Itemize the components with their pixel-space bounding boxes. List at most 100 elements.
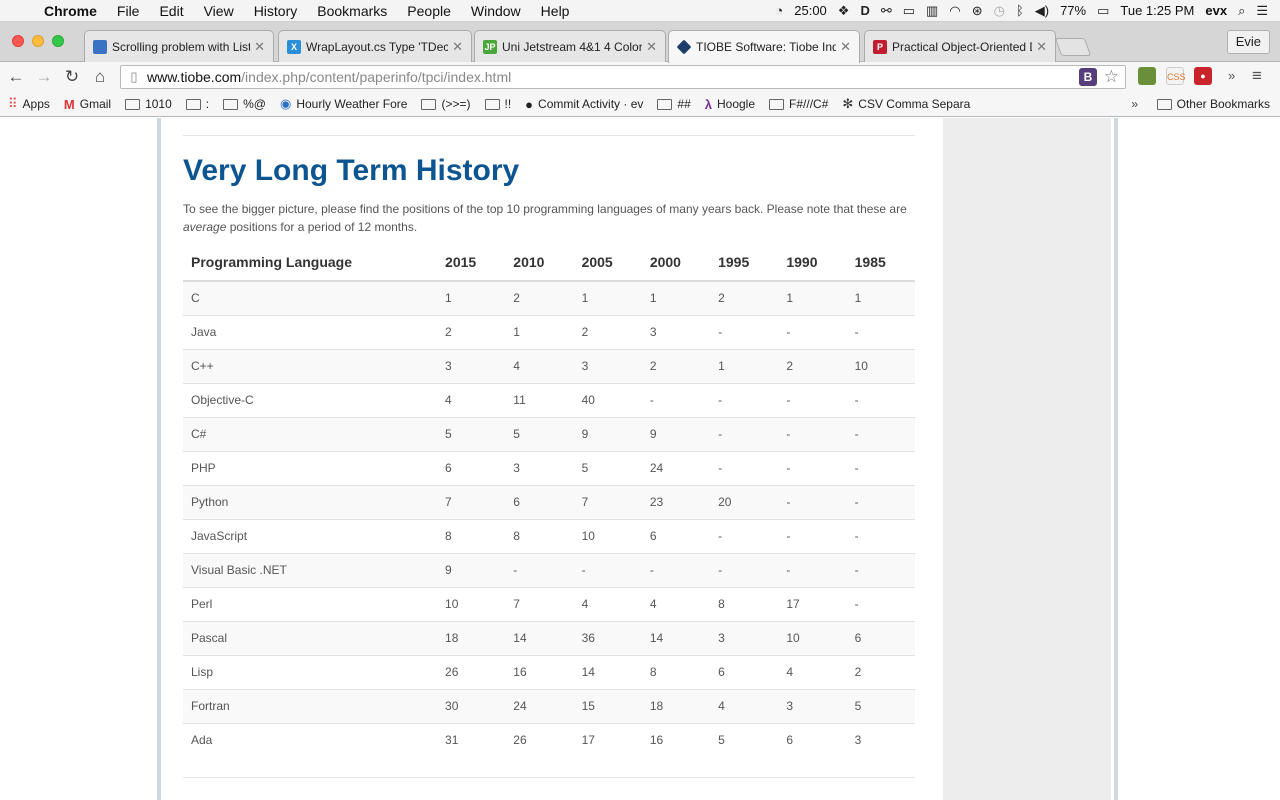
menu-help[interactable]: Help bbox=[531, 3, 580, 19]
volume-icon[interactable]: ◀) bbox=[1035, 3, 1049, 19]
column-header-1995: 1995 bbox=[710, 244, 779, 282]
table-row: Pascal 18 14 36 14 3 10 6 bbox=[183, 620, 915, 655]
menu-edit[interactable]: Edit bbox=[149, 3, 193, 19]
bookmark-folder-colon[interactable]: : bbox=[185, 97, 209, 111]
intro-paragraph: To see the bigger picture, please find t… bbox=[183, 200, 915, 236]
bookmark-commit-activity[interactable]: ● Commit Activity · ev bbox=[525, 97, 643, 112]
memory-icon[interactable]: ▥ bbox=[926, 3, 938, 19]
page-info-icon[interactable]: ▯ bbox=[121, 69, 147, 85]
bookmark-apps[interactable]: ⠿ Apps bbox=[8, 96, 50, 112]
rank-cell: - bbox=[710, 450, 779, 485]
rank-cell: 5 bbox=[710, 722, 779, 757]
rank-cell: 7 bbox=[573, 484, 642, 519]
clock[interactable]: Tue 1:25 PM bbox=[1120, 3, 1194, 18]
timer-icon[interactable]: ◔ bbox=[775, 3, 783, 18]
bookmark-gmail[interactable]: M Gmail bbox=[64, 97, 111, 112]
window-minimize-button[interactable] bbox=[32, 35, 44, 47]
lastpass-extension-icon[interactable]: ● bbox=[1194, 67, 1212, 85]
bookmark-label: !! bbox=[504, 97, 512, 111]
app-menu-chrome[interactable]: Chrome bbox=[40, 3, 107, 19]
notification-center-icon[interactable]: ☰ bbox=[1256, 3, 1268, 19]
tab-close-icon[interactable]: ✕ bbox=[1036, 39, 1047, 55]
evernote-extension-icon[interactable] bbox=[1138, 67, 1156, 85]
tab-uni-jetstream[interactable]: JP Uni Jetstream 4&1 4 Color ✕ bbox=[474, 30, 666, 62]
rank-cell: 14 bbox=[641, 620, 711, 655]
rank-cell: 5 bbox=[846, 688, 915, 723]
rank-cell: 11 bbox=[505, 382, 574, 417]
accessibility-icon[interactable]: ⊛ bbox=[972, 3, 983, 19]
macos-menu-bar: Chrome File Edit View History Bookmarks … bbox=[0, 0, 1280, 22]
menu-view[interactable]: View bbox=[194, 3, 244, 19]
profile-button[interactable]: Evie bbox=[1226, 30, 1270, 54]
home-icon[interactable]: ⌂ bbox=[86, 67, 114, 87]
reload-icon[interactable]: ↻ bbox=[58, 67, 86, 87]
rank-cell: - bbox=[846, 382, 915, 417]
tab-practical-oo[interactable]: P Practical Object-Oriented D ✕ bbox=[864, 30, 1056, 62]
bookmark-csv[interactable]: ✻ CSV Comma Separa bbox=[842, 96, 970, 112]
tab-title: Scrolling problem with List bbox=[112, 39, 251, 54]
table-row: Visual Basic .NET 9- - - - - - bbox=[183, 552, 915, 587]
rank-cell: 1 bbox=[505, 314, 574, 349]
menu-file[interactable]: File bbox=[107, 3, 150, 19]
rank-cell: 3 bbox=[846, 722, 915, 757]
menu-people[interactable]: People bbox=[397, 3, 461, 19]
bookmarks-overflow-icon[interactable]: » bbox=[1131, 97, 1138, 111]
tab-favicon-icon: X bbox=[287, 39, 301, 54]
rank-cell: 15 bbox=[573, 688, 642, 723]
folder-icon bbox=[223, 98, 239, 110]
apps-icon: ⠿ bbox=[8, 96, 18, 111]
forward-arrow-icon[interactable]: → bbox=[30, 67, 58, 87]
bookmark-hoogle[interactable]: λ Hoogle bbox=[705, 97, 755, 112]
bookmark-star-icon[interactable]: ☆ bbox=[1104, 67, 1119, 87]
menu-history[interactable]: History bbox=[244, 3, 308, 19]
css-extension-icon[interactable]: CSS bbox=[1166, 67, 1186, 85]
chrome-menu-icon[interactable]: ≡ bbox=[1252, 66, 1262, 86]
d-app-icon[interactable]: D bbox=[860, 3, 869, 18]
window-close-button[interactable] bbox=[12, 35, 24, 47]
table-body: C 1 2 1 1 2 1 1 Java 2 1 2 3- - - C++ 3 4 3 2 1 2 10 Objective-… bbox=[183, 280, 915, 757]
battery-icon[interactable]: ▭ bbox=[1097, 3, 1109, 19]
dropbox-icon[interactable]: ❖ bbox=[838, 3, 850, 19]
bookmark-folder-1010[interactable]: 1010 bbox=[125, 97, 172, 111]
bluetooth-icon[interactable]: ᛒ bbox=[1016, 3, 1024, 18]
table-row: Java 2 1 2 3- - - bbox=[183, 314, 915, 349]
menu-window[interactable]: Window bbox=[461, 3, 531, 19]
timer-readout[interactable]: 25:00 bbox=[794, 3, 827, 18]
page-viewport[interactable]: Very Long Term History To see the bigger… bbox=[0, 118, 1280, 800]
tab-tiobe[interactable]: TIOBE Software: Tiobe Ind ✕ bbox=[668, 30, 860, 63]
user-name[interactable]: evx bbox=[1205, 3, 1227, 18]
bookmark-folder-bind[interactable]: (>>=) bbox=[421, 97, 471, 111]
tab-scrolling-problem[interactable]: Scrolling problem with List ✕ bbox=[84, 30, 274, 62]
glasses-icon[interactable]: ⚯ bbox=[881, 3, 892, 19]
browser-toolbar: ← → ↻ ⌂ ▯ www.tiobe.com/index.php/conten… bbox=[0, 62, 1280, 92]
window-zoom-button[interactable] bbox=[52, 35, 64, 47]
airplay-icon[interactable]: ▭ bbox=[903, 3, 915, 19]
bookmark-folder-bang[interactable]: !! bbox=[484, 97, 512, 111]
bootstrap-extension-icon[interactable]: B bbox=[1079, 68, 1097, 86]
tab-wraplayout[interactable]: X WrapLayout.cs Type 'TDec ✕ bbox=[278, 30, 472, 62]
bookmark-label: Hourly Weather Fore bbox=[296, 97, 408, 111]
back-arrow-icon[interactable]: ← bbox=[2, 67, 30, 87]
rank-cell: 3 bbox=[641, 314, 711, 349]
tab-close-icon[interactable]: ✕ bbox=[452, 39, 463, 55]
bookmark-other-bookmarks[interactable]: Other Bookmarks bbox=[1156, 97, 1270, 111]
address-bar[interactable]: ▯ www.tiobe.com/index.php/content/paperi… bbox=[120, 65, 1126, 89]
tab-close-icon[interactable]: ✕ bbox=[840, 39, 851, 55]
bookmark-label: Commit Activity · ev bbox=[538, 97, 644, 111]
extensions-overflow-icon[interactable]: » bbox=[1228, 68, 1235, 83]
rank-cell: - bbox=[710, 416, 779, 451]
bookmark-folder-fsharp[interactable]: F#///C# bbox=[769, 97, 828, 111]
language-cell: C# bbox=[183, 416, 438, 451]
spotlight-search-icon[interactable]: ⌕ bbox=[1238, 3, 1245, 19]
column-header-2000: 2000 bbox=[641, 244, 711, 282]
bookmark-folder-percent-at[interactable]: %@ bbox=[223, 97, 266, 111]
menu-bookmarks[interactable]: Bookmarks bbox=[307, 3, 397, 19]
new-tab-button[interactable] bbox=[1054, 38, 1092, 56]
time-machine-icon[interactable]: ◷ bbox=[994, 3, 1005, 19]
bookmark-folder-hash[interactable]: ## bbox=[657, 97, 691, 111]
tab-close-icon[interactable]: ✕ bbox=[646, 39, 657, 55]
tab-close-icon[interactable]: ✕ bbox=[254, 39, 265, 55]
bookmark-hourly-weather[interactable]: ◉ Hourly Weather Fore bbox=[280, 96, 408, 112]
rank-cell: - bbox=[710, 518, 779, 553]
wifi-icon[interactable]: ◠ bbox=[949, 3, 960, 19]
